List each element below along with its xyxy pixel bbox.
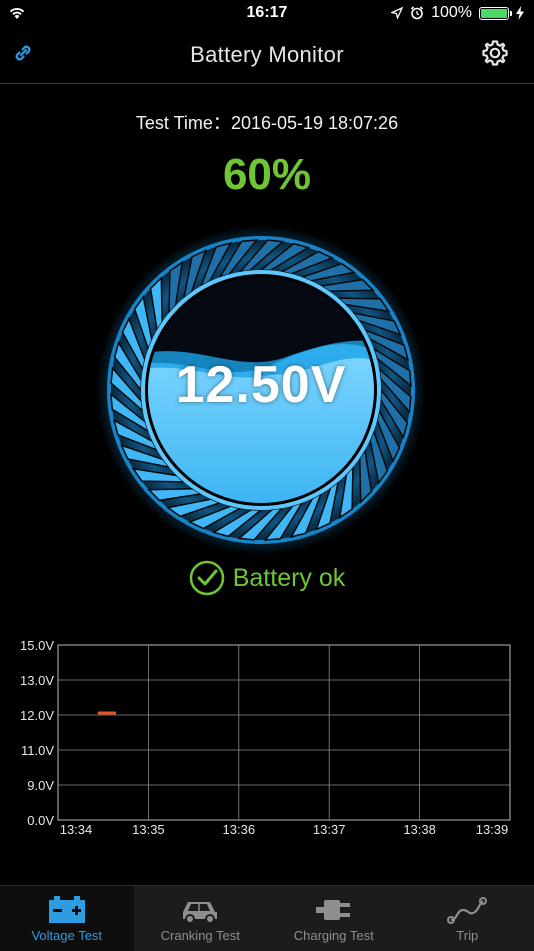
battery-percent: 100% xyxy=(431,4,472,22)
test-time: Test Time：2016-05-19 18:07:26 xyxy=(0,109,534,135)
y-tick-label: 0.0V xyxy=(27,813,54,828)
test-time-value: 2016-05-19 18:07:26 xyxy=(231,113,398,133)
tab-cranking-test[interactable]: Cranking Test xyxy=(134,886,268,951)
page-title: Battery Monitor xyxy=(0,42,534,68)
x-tick-label: 13:35 xyxy=(132,822,165,837)
route-icon xyxy=(447,896,487,924)
battery-health-text: Battery ok xyxy=(233,564,346,593)
voltage-reading: 12.50V xyxy=(96,355,426,415)
alarm-icon xyxy=(410,6,424,20)
gear-icon[interactable] xyxy=(480,38,510,68)
charging-bolt-icon xyxy=(516,6,524,20)
x-tick-label: 13:34 xyxy=(60,822,93,837)
plug-icon xyxy=(314,896,354,924)
status-battery-icon xyxy=(479,7,509,20)
x-tick-label: 13:39 xyxy=(476,822,509,837)
tab-voltage-test[interactable]: Voltage Test xyxy=(0,886,134,951)
tab-trip[interactable]: Trip xyxy=(401,886,534,951)
x-tick-label: 13:38 xyxy=(403,822,436,837)
tab-label: Charging Test xyxy=(294,928,374,943)
tab-label: Cranking Test xyxy=(161,928,240,943)
y-tick-label: 11.0V xyxy=(21,743,54,758)
y-tick-label: 9.0V xyxy=(27,778,54,793)
y-tick-label: 13.0V xyxy=(20,673,54,688)
battery-health: Battery ok xyxy=(0,560,534,596)
location-arrow-icon xyxy=(391,7,403,19)
tab-label: Voltage Test xyxy=(31,928,102,943)
car-icon xyxy=(180,896,220,924)
x-tick-label: 13:37 xyxy=(313,822,346,837)
tab-label: Trip xyxy=(456,928,478,943)
charge-percent: 60% xyxy=(0,150,534,200)
y-tick-label: 15.0V xyxy=(20,638,54,653)
y-tick-label: 12.0V xyxy=(20,708,54,723)
check-circle-icon xyxy=(189,560,225,596)
test-time-label: Test Time： xyxy=(136,113,231,133)
tab-charging-test[interactable]: Charging Test xyxy=(267,886,401,951)
chart-frame xyxy=(58,645,510,820)
nav-bar: Battery Monitor xyxy=(0,28,534,84)
voltage-history-chart: 15.0V 13.0V 12.0V 11.0V 9.0V 0.0V 13:34 13:35 13… xyxy=(0,630,534,840)
tab-bar: Voltage Test Cranking Test Charging Test… xyxy=(0,885,534,951)
x-tick-label: 13:36 xyxy=(223,822,256,837)
battery-icon xyxy=(48,896,86,924)
status-bar: 16:17 100% xyxy=(0,0,534,28)
